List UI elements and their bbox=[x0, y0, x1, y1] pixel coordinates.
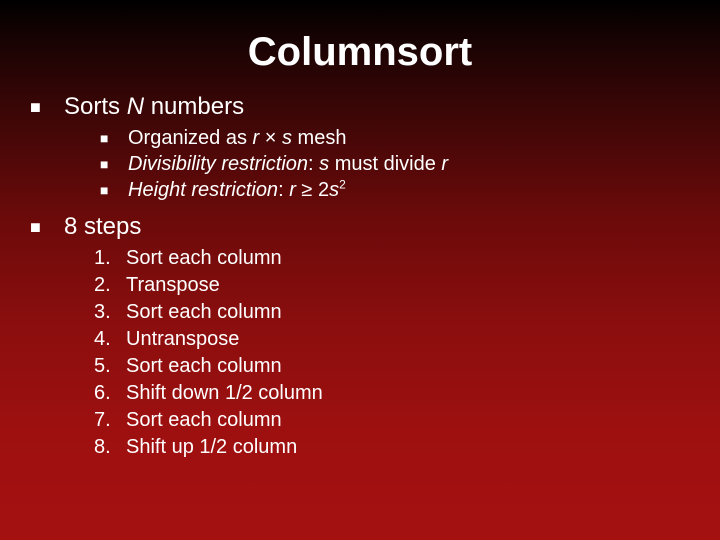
square-bullet-icon: ■ bbox=[30, 213, 64, 238]
bullet-8-steps: ■ 8 steps bbox=[30, 213, 690, 241]
step-num: 6. bbox=[94, 380, 126, 407]
step-text: Sort each column bbox=[126, 299, 282, 326]
sub-bullet-organized: ■ Organized as r × s mesh bbox=[100, 125, 690, 151]
step-num: 3. bbox=[94, 299, 126, 326]
step-text: Sort each column bbox=[126, 353, 282, 380]
text: Organized as bbox=[128, 127, 253, 149]
var-s: s bbox=[282, 127, 292, 149]
square-bullet-icon: ■ bbox=[100, 177, 128, 199]
sub-text: Height restriction: r ≥ 2s2 bbox=[128, 177, 346, 203]
step-text: Transpose bbox=[126, 272, 220, 299]
times: × bbox=[259, 127, 282, 149]
step-text: Untranspose bbox=[126, 326, 239, 353]
step-item: 7.Sort each column bbox=[94, 407, 690, 434]
step-num: 1. bbox=[94, 245, 126, 272]
step-item: 2.Transpose bbox=[94, 272, 690, 299]
step-item: 3.Sort each column bbox=[94, 299, 690, 326]
step-item: 6.Shift down 1/2 column bbox=[94, 380, 690, 407]
step-num: 2. bbox=[94, 272, 126, 299]
numbered-steps-list: 1.Sort each column 2.Transpose 3.Sort ea… bbox=[94, 245, 690, 461]
text: numbers bbox=[144, 93, 244, 120]
square-bullet-icon: ■ bbox=[30, 93, 64, 118]
sub-bullet-divisibility: ■ Divisibility restriction: s must divid… bbox=[100, 151, 690, 177]
var-n: N bbox=[127, 93, 144, 120]
sub-text: Divisibility restriction: s must divide … bbox=[128, 151, 448, 177]
square-bullet-icon: ■ bbox=[100, 151, 128, 173]
step-num: 4. bbox=[94, 326, 126, 353]
sub-bullet-list: ■ Organized as r × s mesh ■ Divisibility… bbox=[100, 125, 690, 203]
sub-bullet-height: ■ Height restriction: r ≥ 2s2 bbox=[100, 177, 690, 203]
exp: 2 bbox=[339, 177, 346, 191]
text: Sorts bbox=[64, 93, 127, 120]
label: Height restriction bbox=[128, 179, 278, 201]
step-num: 7. bbox=[94, 407, 126, 434]
var-r: r bbox=[289, 179, 296, 201]
step-num: 8. bbox=[94, 434, 126, 461]
text: must divide bbox=[329, 153, 441, 175]
step-text: Sort each column bbox=[126, 407, 282, 434]
step-text: Sort each column bbox=[126, 245, 282, 272]
slide-title: Columnsort bbox=[30, 30, 690, 75]
slide: Columnsort ■ Sorts N numbers ■ Organized… bbox=[0, 0, 720, 461]
sep: : bbox=[278, 179, 289, 201]
bullet-text: 8 steps bbox=[64, 213, 141, 241]
square-bullet-icon: ■ bbox=[100, 125, 128, 147]
step-item: 8.Shift up 1/2 column bbox=[94, 434, 690, 461]
step-text: Shift down 1/2 column bbox=[126, 380, 323, 407]
step-item: 4.Untranspose bbox=[94, 326, 690, 353]
step-text: Shift up 1/2 column bbox=[126, 434, 297, 461]
rel: ≥ 2 bbox=[296, 179, 329, 201]
sep: : bbox=[308, 153, 319, 175]
var-r: r bbox=[441, 153, 448, 175]
bullet-text: Sorts N numbers bbox=[64, 93, 244, 121]
sub-text: Organized as r × s mesh bbox=[128, 125, 346, 151]
var-s: s bbox=[319, 153, 329, 175]
step-item: 1.Sort each column bbox=[94, 245, 690, 272]
var-s: s bbox=[329, 179, 339, 201]
label: Divisibility restriction bbox=[128, 153, 308, 175]
bullet-sorts-n: ■ Sorts N numbers bbox=[30, 93, 690, 121]
step-item: 5.Sort each column bbox=[94, 353, 690, 380]
step-num: 5. bbox=[94, 353, 126, 380]
text: mesh bbox=[292, 127, 346, 149]
